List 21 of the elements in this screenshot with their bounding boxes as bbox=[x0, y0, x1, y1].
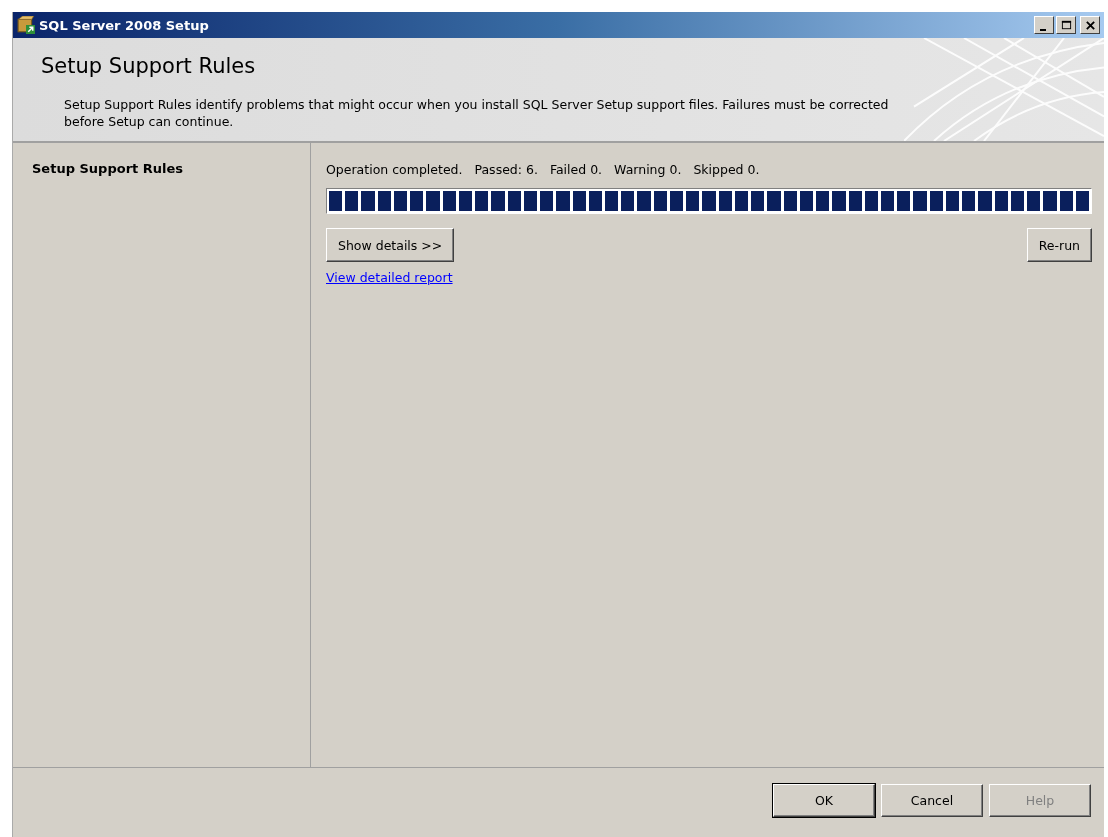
sidebar-item[interactable]: Setup Support Rules bbox=[32, 161, 310, 176]
result-count: Passed: 6. bbox=[474, 161, 538, 177]
result-count: Warning 0. bbox=[614, 161, 682, 177]
rerun-button[interactable]: Re-run bbox=[1026, 228, 1092, 262]
page-heading: Setup Support Rules bbox=[41, 54, 257, 78]
dialog-button[interactable]: Cancel bbox=[881, 784, 983, 817]
show-details-button[interactable]: Show details >> bbox=[326, 228, 455, 262]
maximize-icon bbox=[1060, 19, 1072, 31]
minimize-icon bbox=[1039, 28, 1046, 31]
maximize-button[interactable] bbox=[1056, 16, 1076, 34]
window-title: SQL Server 2008 Setup bbox=[39, 17, 210, 33]
result-count: Skipped 0. bbox=[693, 161, 760, 177]
report-link[interactable]: View detailed report bbox=[326, 270, 453, 285]
close-button[interactable] bbox=[1080, 16, 1100, 34]
package-icon bbox=[17, 16, 35, 34]
close-icon bbox=[1084, 19, 1096, 31]
result-count: Failed 0. bbox=[549, 161, 603, 177]
minimize-button[interactable] bbox=[1034, 16, 1054, 34]
dialog-button[interactable]: OK bbox=[773, 784, 875, 817]
page-description: Setup Support Rules identify problems that might occur when you install SQL Server Setup support files. Failures must be corrected before Setup can continue. bbox=[64, 96, 890, 130]
status-text: Operation completed. bbox=[326, 161, 463, 177]
